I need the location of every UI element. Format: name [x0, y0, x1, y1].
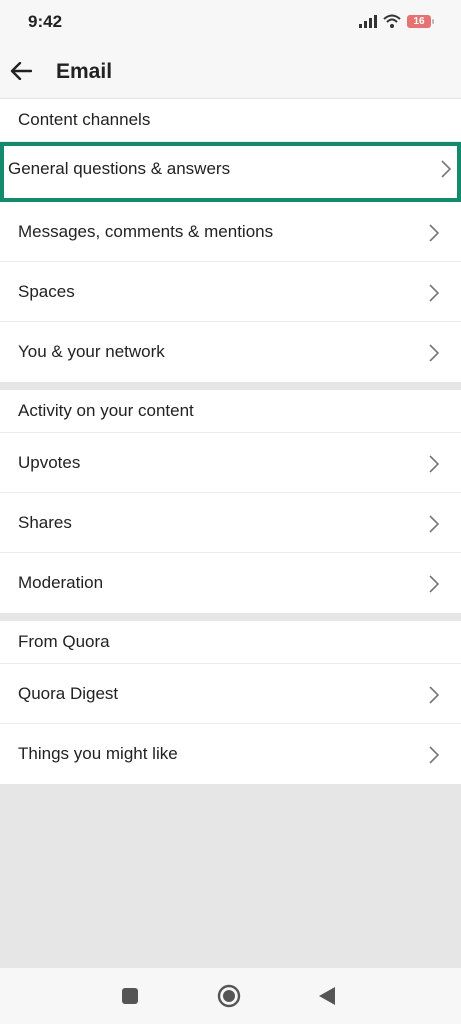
chevron-right-icon	[429, 455, 439, 473]
section-content-channels: Content channels General questions & ans…	[0, 99, 461, 382]
chevron-right-icon	[441, 160, 451, 178]
signal-icon	[359, 14, 377, 28]
settings-list: Content channels General questions & ans…	[0, 99, 461, 784]
section-header: Activity on your content	[0, 390, 461, 433]
status-time: 9:42	[28, 12, 63, 31]
list-item-messages[interactable]: Messages, comments & mentions	[0, 202, 461, 262]
battery-icon: 16	[407, 14, 434, 28]
status-icons: 16	[359, 14, 434, 28]
list-item-moderation[interactable]: Moderation	[0, 553, 461, 613]
list-item-quora-digest[interactable]: Quora Digest	[0, 664, 461, 724]
list-item-general-questions[interactable]: General questions & answers	[0, 142, 461, 202]
chevron-right-icon	[429, 746, 439, 764]
list-item-label: Upvotes	[18, 452, 81, 472]
list-item-upvotes[interactable]: Upvotes	[0, 433, 461, 493]
chevron-right-icon	[429, 224, 439, 242]
list-item-spaces[interactable]: Spaces	[0, 262, 461, 322]
chevron-right-icon	[429, 575, 439, 593]
system-nav-bar	[0, 968, 461, 1024]
chevron-right-icon	[429, 686, 439, 704]
section-activity: Activity on your content Upvotes Shares …	[0, 390, 461, 613]
back-arrow-icon	[10, 62, 32, 80]
back-button[interactable]	[6, 56, 36, 86]
list-item-label: General questions & answers	[8, 158, 231, 178]
list-item-label: Spaces	[18, 281, 75, 301]
section-header: Content channels	[0, 99, 461, 142]
status-bar: 9:42 16	[0, 0, 461, 44]
back-nav-button[interactable]	[318, 986, 336, 1006]
recents-button[interactable]	[121, 987, 139, 1005]
list-item-label: Shares	[18, 512, 72, 532]
chevron-right-icon	[429, 344, 439, 362]
list-item-shares[interactable]: Shares	[0, 493, 461, 553]
list-item-things-you-might-like[interactable]: Things you might like	[0, 724, 461, 784]
section-header: From Quora	[0, 621, 461, 664]
list-item-label: Things you might like	[18, 744, 178, 763]
app-bar: Email	[0, 44, 461, 99]
list-item-network[interactable]: You & your network	[0, 322, 461, 382]
chevron-right-icon	[429, 284, 439, 302]
list-item-label: Quora Digest	[18, 683, 119, 703]
home-button[interactable]	[217, 984, 241, 1008]
list-item-label: Messages, comments & mentions	[18, 221, 274, 241]
list-item-label: Moderation	[18, 573, 104, 592]
chevron-right-icon	[429, 515, 439, 533]
list-item-label: You & your network	[18, 342, 165, 361]
wifi-icon	[383, 14, 401, 28]
page-title: Email	[56, 60, 113, 83]
section-from-quora: From Quora Quora Digest Things you might…	[0, 621, 461, 784]
